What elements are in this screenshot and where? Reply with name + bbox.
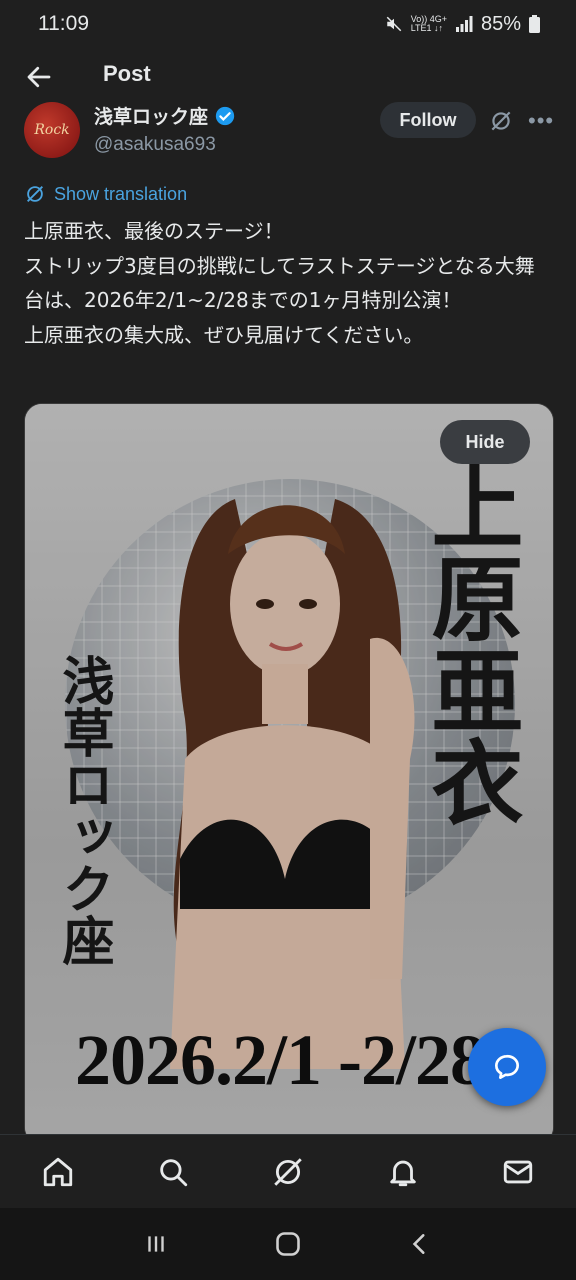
more-options-icon[interactable]: ••• [528, 108, 554, 134]
hide-button[interactable]: Hide [440, 420, 530, 464]
home-icon[interactable] [41, 1155, 75, 1189]
signal-icon [455, 16, 473, 32]
status-bar: 11:09 Vo)) 4G+ LTE1 ↓↑ 85% [0, 0, 576, 48]
page-title: Post [103, 61, 151, 86]
translate-icon [27, 186, 43, 202]
post-image[interactable]: 上原亜衣 浅草ロック座 2026.2/1 -2/28 Hide [24, 403, 554, 1145]
post-author: Rock 浅草ロック座 @asakusa693 Follow ••• [0, 100, 576, 170]
post-text: 上原亜衣、最後のステージ！ ストリップ3度目の挑戦にしてラストステージとなる大舞… [24, 219, 535, 347]
show-translation-link[interactable]: Show translation [24, 183, 187, 205]
compose-chat-button[interactable] [468, 1028, 546, 1106]
back-arrow-icon[interactable] [24, 62, 54, 92]
status-time: 11:09 [38, 12, 89, 35]
battery-percent: 85% [480, 12, 521, 35]
status-indicators: Vo)) 4G+ LTE1 ↓↑ 85% [385, 13, 540, 36]
author-name-row: 浅草ロック座 [94, 102, 236, 129]
system-navigation-bar [0, 1208, 576, 1280]
grok-icon[interactable] [271, 1155, 305, 1189]
image-overlay [25, 404, 553, 1144]
messages-icon[interactable] [501, 1155, 535, 1189]
author-handle[interactable]: @asakusa693 [94, 134, 216, 156]
chat-bubble-icon [495, 1054, 519, 1079]
mute-icon [386, 16, 401, 32]
avatar[interactable]: Rock [24, 102, 80, 158]
network-type: Vo)) 4G+ LTE1 ↓↑ [410, 14, 447, 33]
notifications-icon[interactable] [386, 1155, 420, 1189]
search-icon[interactable] [156, 1155, 190, 1189]
top-bar: Post [0, 52, 576, 100]
follow-button[interactable]: Follow [380, 102, 476, 138]
bottom-navigation [0, 1134, 576, 1209]
grok-icon[interactable] [488, 108, 514, 134]
recent-apps-icon[interactable] [143, 1231, 169, 1257]
show-translation-label: Show translation [54, 183, 188, 204]
battery-icon [529, 15, 540, 33]
home-button-icon[interactable] [274, 1230, 302, 1258]
verified-badge-icon [215, 106, 235, 125]
avatar-logo-text: Rock [34, 122, 70, 138]
author-name[interactable]: 浅草ロック座 [94, 102, 208, 129]
system-back-icon[interactable] [407, 1231, 433, 1257]
